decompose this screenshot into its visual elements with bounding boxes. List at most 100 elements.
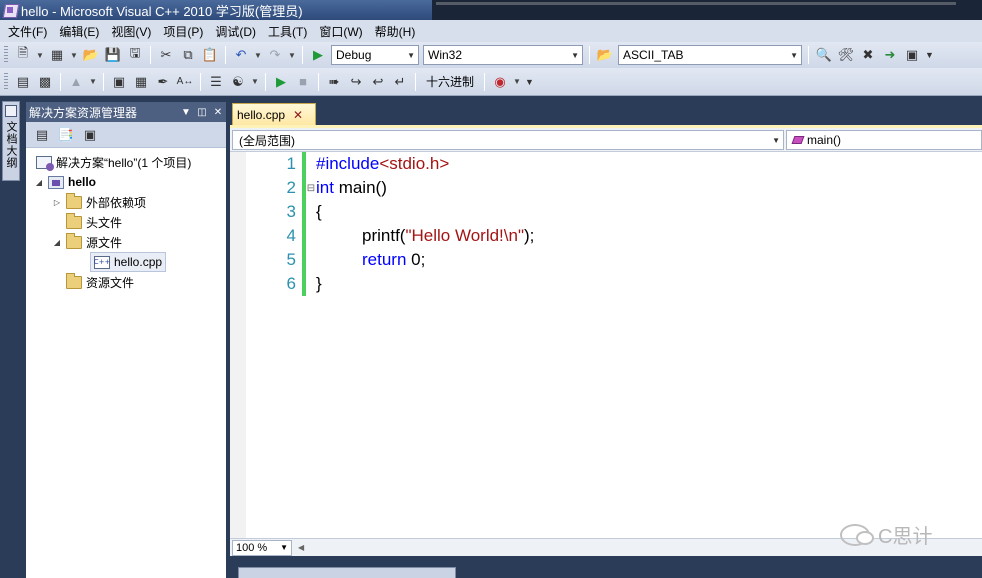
menu-help[interactable]: 帮助(H) bbox=[369, 23, 422, 40]
expanded-arrow-icon[interactable]: ◢ bbox=[34, 178, 44, 187]
tree-item-label: 源文件 bbox=[86, 235, 123, 250]
tree-item-hello-cpp[interactable]: C++ hello.cpp bbox=[90, 252, 167, 272]
menu-debug[interactable]: 调试(D) bbox=[209, 23, 262, 40]
find-combo[interactable]: ASCII_TAB ▼ bbox=[618, 45, 802, 65]
solution-explorer-icon[interactable]: 🔍 bbox=[813, 45, 835, 65]
class-view-icon[interactable]: ▣ bbox=[901, 45, 923, 65]
save-all-icon[interactable]: 🖫 bbox=[124, 45, 146, 65]
copy-icon[interactable]: ⧉ bbox=[177, 45, 199, 65]
refresh-icon[interactable]: ▣ bbox=[78, 125, 102, 145]
tree-item-source-files[interactable]: ◢ 源文件 bbox=[52, 232, 122, 252]
toolbar-separator bbox=[103, 72, 104, 91]
start-debugging-icon[interactable]: ▶ bbox=[307, 45, 329, 65]
toolbar-grip[interactable] bbox=[4, 46, 8, 64]
change-indicator bbox=[302, 152, 306, 176]
folder-icon bbox=[66, 212, 82, 229]
format-icon[interactable]: ✒ bbox=[152, 72, 174, 92]
tree-item-solution[interactable]: 解决方案“hello”(1 个项目) bbox=[36, 152, 191, 172]
open-folder-icon[interactable]: 📂 bbox=[80, 45, 102, 65]
auto-hide-pin-icon[interactable]: ◫ bbox=[194, 107, 210, 118]
collapse-icon[interactable]: ⊟ bbox=[306, 183, 316, 194]
close-icon[interactable]: ✕ bbox=[210, 107, 226, 118]
solution-tree: 解决方案“hello”(1 个项目) ◢ hello ▷ 外部依赖项 头文件 ◢… bbox=[26, 148, 226, 290]
code-text[interactable]: printf("Hello World!\n"); bbox=[316, 226, 534, 246]
menu-project[interactable]: 项目(P) bbox=[157, 23, 209, 40]
tab-hello-cpp[interactable]: hello.cpp ✕ bbox=[232, 103, 316, 125]
properties-icon[interactable]: 📑 bbox=[54, 125, 78, 145]
memory-window-icon[interactable]: ▤ bbox=[12, 72, 34, 92]
add-item-dropdown-icon[interactable]: ▼ bbox=[68, 45, 80, 65]
solution-explorer-header: 解决方案资源管理器 ▼ ◫ ✕ bbox=[26, 102, 226, 122]
document-outline-tab[interactable]: 文档大纲 bbox=[2, 101, 20, 181]
redo-icon[interactable]: ↷ bbox=[264, 45, 286, 65]
toolbar-overflow-icon[interactable]: ▼ bbox=[525, 77, 534, 87]
hex-display-button[interactable]: 十六进制 bbox=[420, 73, 480, 90]
code-editor[interactable]: 1 #include<stdio.h> 2 ⊟ int main() 3 { 4… bbox=[230, 152, 982, 538]
menu-edit[interactable]: 编辑(E) bbox=[53, 23, 105, 40]
window-position-icon[interactable]: ▼ bbox=[178, 107, 194, 118]
indicator-margin[interactable] bbox=[230, 152, 246, 538]
code-text[interactable]: int main() bbox=[316, 178, 387, 198]
new-project-icon[interactable]: 🗎 bbox=[12, 45, 34, 65]
menu-file[interactable]: 文件(F) bbox=[2, 23, 53, 40]
cut-icon[interactable]: ✂ bbox=[155, 45, 177, 65]
zoom-select[interactable]: 100 % ▼ bbox=[232, 539, 292, 556]
breakpoints-dropdown-icon[interactable]: ▼ bbox=[511, 72, 523, 92]
code-text[interactable]: } bbox=[316, 274, 322, 294]
add-item-icon[interactable]: ▦ bbox=[46, 45, 68, 65]
platform-select[interactable]: Win32 ▼ bbox=[423, 45, 583, 65]
menu-view[interactable]: 视图(V) bbox=[105, 23, 157, 40]
scope-select[interactable]: (全局范围) ▼ bbox=[232, 130, 784, 150]
step-into-icon[interactable]: ↪ bbox=[345, 72, 367, 92]
output-panel-tab[interactable] bbox=[238, 567, 456, 578]
find-in-files-icon[interactable]: 📂 bbox=[594, 45, 616, 65]
toolbar-overflow-icon[interactable]: ▼ bbox=[925, 50, 934, 60]
threads-dropdown-icon[interactable]: ▼ bbox=[87, 72, 99, 92]
menu-tools[interactable]: 工具(T) bbox=[262, 23, 313, 40]
undo-icon[interactable]: ↶ bbox=[230, 45, 252, 65]
properties-icon[interactable]: 🛠 bbox=[835, 45, 857, 65]
code-text[interactable]: { bbox=[316, 202, 322, 222]
redo-dropdown-icon[interactable]: ▼ bbox=[286, 45, 298, 65]
toolbox-icon[interactable]: ✖ bbox=[857, 45, 879, 65]
code-text[interactable]: return 0; bbox=[316, 250, 425, 270]
font-size-icon[interactable]: A↔ bbox=[174, 72, 196, 92]
configuration-select[interactable]: Debug ▼ bbox=[331, 45, 419, 65]
uncomment-lines-icon[interactable]: ☯ bbox=[227, 72, 249, 92]
scroll-left-icon[interactable]: ◀ bbox=[298, 543, 304, 552]
continue-icon[interactable]: ▶ bbox=[270, 72, 292, 92]
registers-icon[interactable]: ▩ bbox=[34, 72, 56, 92]
stop-debugging-icon[interactable]: ■ bbox=[292, 72, 314, 92]
toolbar-separator bbox=[415, 72, 416, 91]
tree-item-resource-files[interactable]: 资源文件 bbox=[66, 272, 134, 292]
class-wizard-icon[interactable]: ▦ bbox=[130, 72, 152, 92]
code-text[interactable]: #include<stdio.h> bbox=[316, 154, 449, 174]
tree-item-header-files[interactable]: 头文件 bbox=[66, 212, 122, 232]
step-over-icon[interactable]: ↩ bbox=[367, 72, 389, 92]
comment-lines-icon[interactable]: ☰ bbox=[205, 72, 227, 92]
threads-icon[interactable]: ▲ bbox=[65, 72, 87, 92]
step-out-icon[interactable]: ↵ bbox=[389, 72, 411, 92]
chat-bubble-icon bbox=[840, 523, 874, 546]
comment-dropdown-icon[interactable]: ▼ bbox=[249, 72, 261, 92]
tree-item-external-deps[interactable]: ▷ 外部依赖项 bbox=[52, 192, 146, 212]
toolbar-separator bbox=[225, 46, 226, 64]
save-icon[interactable]: 💾 bbox=[102, 45, 124, 65]
show-all-files-icon[interactable]: ▤ bbox=[30, 125, 54, 145]
tree-item-project[interactable]: ◢ hello bbox=[34, 172, 96, 192]
collapsed-arrow-icon[interactable]: ▷ bbox=[52, 198, 62, 207]
extension-manager-icon[interactable]: ➜ bbox=[879, 45, 901, 65]
paste-icon[interactable]: 📋 bbox=[199, 45, 221, 65]
call-stack-icon[interactable]: ▣ bbox=[108, 72, 130, 92]
member-select[interactable]: main() bbox=[786, 130, 982, 150]
close-icon[interactable]: ✕ bbox=[293, 108, 303, 122]
new-project-dropdown-icon[interactable]: ▼ bbox=[34, 45, 46, 65]
menu-bar: 文件(F) 编辑(E) 视图(V) 项目(P) 调试(D) 工具(T) 窗口(W… bbox=[0, 20, 982, 42]
toolbar-grip[interactable] bbox=[4, 72, 8, 91]
expanded-arrow-icon[interactable]: ◢ bbox=[52, 238, 62, 247]
window-title: hello - Microsoft Visual C++ 2010 学习版(管理… bbox=[21, 3, 303, 19]
show-next-statement-icon[interactable]: ➠ bbox=[323, 72, 345, 92]
menu-window[interactable]: 窗口(W) bbox=[313, 23, 368, 40]
undo-dropdown-icon[interactable]: ▼ bbox=[252, 45, 264, 65]
breakpoints-icon[interactable]: ◉ bbox=[489, 72, 511, 92]
